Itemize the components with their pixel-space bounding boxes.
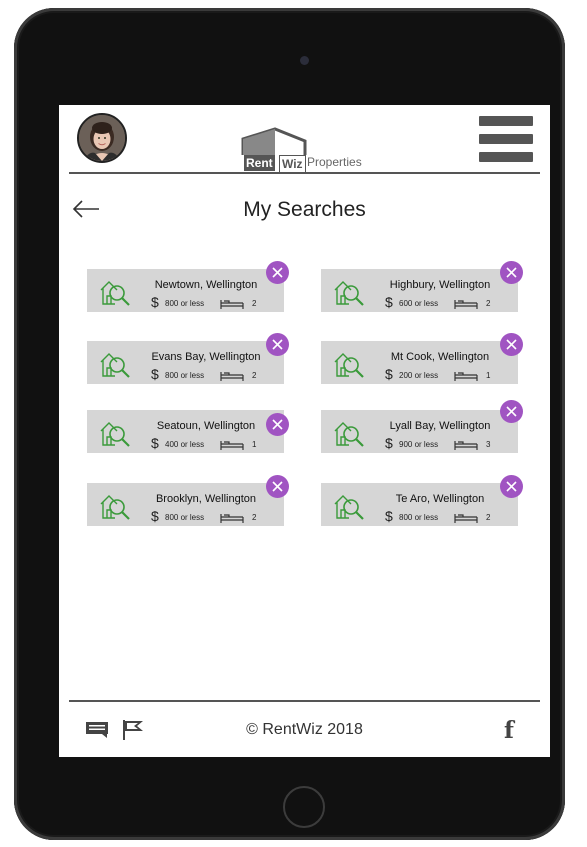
house-search-icon — [334, 353, 364, 378]
search-location: Te Aro, Wellington — [395, 493, 485, 505]
search-card[interactable]: Lyall Bay, Wellington $900 or less 3 — [321, 410, 518, 453]
price-dollar-icon: $ — [151, 294, 159, 310]
search-beds: 3 — [486, 440, 491, 449]
bed-icon — [220, 441, 244, 450]
house-search-icon — [100, 422, 130, 447]
search-card[interactable]: Evans Bay, Wellington $800 or less 2 — [87, 341, 284, 384]
search-card[interactable]: Newtown, Wellington $800 or less 2 — [87, 269, 284, 312]
house-search-icon — [334, 281, 364, 306]
copyright-text: © RentWiz 2018 — [246, 721, 363, 738]
avatar-photo — [79, 115, 125, 161]
search-location: Seatoun, Wellington — [156, 420, 256, 432]
avatar[interactable] — [77, 113, 127, 163]
tablet-frame: Rent Wiz Properties My Searches Newtown,… — [14, 8, 565, 840]
house-search-icon — [334, 422, 364, 447]
close-icon[interactable] — [266, 413, 289, 436]
logo-properties-text: Properties — [307, 155, 362, 169]
search-card[interactable]: Highbury, Wellington $600 or less 2 — [321, 269, 518, 312]
header-divider — [69, 172, 540, 174]
search-price: 800 or less — [399, 513, 439, 522]
search-beds: 2 — [486, 299, 491, 308]
bed-icon — [220, 300, 244, 309]
search-beds: 2 — [486, 513, 491, 522]
price-dollar-icon: $ — [151, 508, 159, 524]
bed-icon — [220, 372, 244, 381]
search-beds: 1 — [252, 440, 257, 449]
bed-icon — [454, 300, 478, 309]
close-icon[interactable] — [266, 333, 289, 356]
search-beds: 2 — [252, 371, 257, 380]
search-location: Brooklyn, Wellington — [155, 493, 257, 505]
close-icon[interactable] — [500, 333, 523, 356]
search-card[interactable]: Brooklyn, Wellington $800 or less 2 — [87, 483, 284, 526]
search-price: 900 or less — [399, 440, 439, 449]
home-button[interactable] — [283, 786, 325, 828]
search-location: Evans Bay, Wellington — [151, 351, 261, 363]
search-price: 800 or less — [165, 299, 205, 308]
logo-house-icon — [241, 127, 307, 155]
bed-icon — [220, 514, 244, 523]
search-location: Mt Cook, Wellington — [390, 351, 490, 363]
footer-divider — [69, 700, 540, 702]
price-dollar-icon: $ — [151, 366, 159, 382]
price-dollar-icon: $ — [385, 508, 393, 524]
price-dollar-icon: $ — [151, 435, 159, 451]
price-dollar-icon: $ — [385, 435, 393, 451]
search-price: 600 or less — [399, 299, 439, 308]
search-card[interactable]: Te Aro, Wellington $800 or less 2 — [321, 483, 518, 526]
search-beds: 2 — [252, 299, 257, 308]
search-price: 800 or less — [165, 371, 205, 380]
search-card[interactable]: Mt Cook, Wellington $200 or less 1 — [321, 341, 518, 384]
page-title: My Searches — [243, 198, 366, 221]
search-location: Highbury, Wellington — [389, 279, 491, 291]
search-price: 800 or less — [165, 513, 205, 522]
close-icon[interactable] — [266, 261, 289, 284]
search-card[interactable]: Seatoun, Wellington $400 or less 1 — [87, 410, 284, 453]
logo-wiz-text: Wiz — [279, 155, 306, 173]
price-dollar-icon: $ — [385, 366, 393, 382]
close-icon[interactable] — [500, 400, 523, 423]
camera — [300, 56, 309, 65]
house-search-icon — [100, 353, 130, 378]
bed-icon — [454, 372, 478, 381]
search-location: Lyall Bay, Wellington — [389, 420, 491, 432]
app-screen: Rent Wiz Properties My Searches Newtown,… — [59, 105, 550, 757]
search-beds: 1 — [486, 371, 491, 380]
bed-icon — [454, 441, 478, 450]
close-icon[interactable] — [500, 475, 523, 498]
menu-icon[interactable] — [479, 116, 533, 162]
search-price: 400 or less — [165, 440, 205, 449]
house-search-icon — [334, 495, 364, 520]
search-location: Newtown, Wellington — [154, 279, 258, 291]
rentwiz-logo[interactable]: Rent Wiz Properties — [241, 127, 391, 173]
price-dollar-icon: $ — [385, 294, 393, 310]
close-icon[interactable] — [500, 261, 523, 284]
bed-icon — [454, 514, 478, 523]
search-price: 200 or less — [399, 371, 439, 380]
logo-rent-text: Rent — [244, 155, 275, 171]
close-icon[interactable] — [266, 475, 289, 498]
facebook-icon[interactable]: f — [504, 717, 514, 744]
house-search-icon — [100, 281, 130, 306]
house-search-icon — [100, 495, 130, 520]
search-beds: 2 — [252, 513, 257, 522]
